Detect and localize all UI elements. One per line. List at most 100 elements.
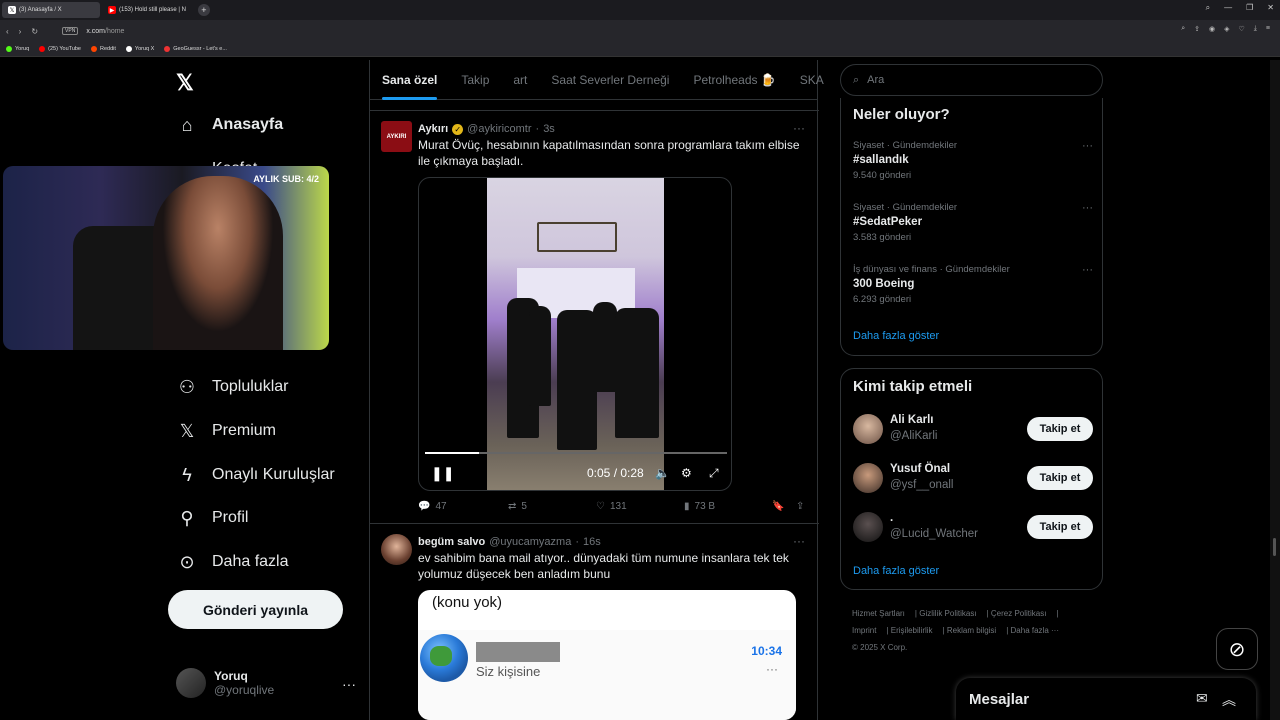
views-button[interactable]: ▮ 73 B [684,501,772,512]
back-icon[interactable]: ‹ [6,27,9,36]
left-sidebar: 𝕏 ⌂ Anasayfa ⌕ Keşfet ⚇ Topluluklar 𝕏 Pr… [168,60,363,720]
more-icon[interactable]: ··· [342,676,356,692]
tab-x-home[interactable]: 𝕏 (3) Anasayfa / X [2,2,100,18]
menu-icon[interactable]: ≡ [1266,25,1270,33]
tweet-image[interactable]: (konu yok) Siz kişisine 10:34 ··· [418,590,796,720]
more-icon[interactable]: ··· [793,121,805,135]
zoom-icon[interactable]: ⌕ [1181,25,1185,33]
more-icon[interactable]: ··· [1082,140,1093,152]
trend-count: 6.293 gönderi [853,294,912,305]
nav-item-more[interactable]: ⊙ Daha fazla [176,551,289,573]
share-button[interactable]: ⇪ [796,501,804,512]
download-icon[interactable]: ⤓ [1254,25,1257,33]
more-icon[interactable]: ··· [1082,264,1093,276]
search-input[interactable]: ⌕ Ara [840,64,1103,96]
grok-icon[interactable]: ⊘ [1216,628,1258,670]
restore-icon[interactable]: ❐ [1246,3,1253,13]
nav-label: Anasayfa [212,116,284,133]
account-switcher[interactable]: Yoruq @yoruqlive ··· [176,668,356,698]
bookmark-youtube[interactable]: (25) YouTube [39,46,81,52]
footer-link[interactable]: Imprint [852,626,876,635]
tweet-author-handle[interactable]: @aykiricomtr [467,123,531,135]
bookmark-button[interactable]: 🔖 [772,501,796,512]
forward-icon[interactable]: › [19,27,22,36]
bookmark-geoguessr[interactable]: GeoGuessr - Let's e... [164,46,227,52]
nav-item-home[interactable]: ⌂ Anasayfa [176,114,284,136]
volume-icon[interactable]: 🔈 [655,466,670,480]
minimize-icon[interactable]: — [1224,3,1232,13]
repost-button[interactable]: ⇄ 5 [508,501,596,512]
trend-item[interactable]: Siyaset · Gündemdekiler #sallandık 9.540… [853,140,1093,181]
show-more-link[interactable]: Daha fazla göster [853,565,939,577]
like-button[interactable]: ♡ 131 [596,501,684,512]
search-icon[interactable]: ⌕ [1206,3,1210,13]
tweet-author-name[interactable]: Aykırı [418,123,448,135]
follow-button[interactable]: Takip et [1027,417,1093,441]
tab-saat-severler[interactable]: Saat Severler Derneği [539,60,681,100]
video-player[interactable]: ❚❚ 0:05 / 0:28 🔈 ⚙ ⤢ [418,177,732,491]
messages-drawer[interactable]: Mesajlar ✉ ︽ [956,678,1256,720]
trend-item[interactable]: İş dünyası ve finans · Gündemdekiler 300… [853,264,1093,305]
tweet-header: Aykırı ✓ @aykiricomtr · 3s [418,123,555,135]
bookmark-yoruq[interactable]: Yoruq [6,46,29,52]
footer-link[interactable]: Erişilebilirlik [891,626,933,635]
bookmark-reddit[interactable]: Reddit [91,46,116,52]
share-icon[interactable]: ⇪ [1194,25,1200,33]
new-tab-button[interactable]: + [197,4,210,16]
scrollbar-thumb[interactable] [1273,538,1276,556]
tab-youtube[interactable]: ▶ (153) Hold still please | N [102,2,192,18]
shield-icon[interactable]: ◈ [1224,25,1229,33]
tweet-author-name[interactable]: begüm salvo [418,536,485,548]
camera-icon[interactable]: ◉ [1209,25,1215,33]
tweet-time[interactable]: 16s [583,536,601,548]
footer-link[interactable]: Daha fazla ··· [1011,626,1059,635]
tweet-time[interactable]: 3s [543,123,555,135]
tab-ska[interactable]: SKA [788,60,836,100]
follow-button[interactable]: Takip et [1027,515,1093,539]
nav-item-verified-orgs[interactable]: ϟ Onaylı Kuruluşlar [176,464,334,486]
bookmark-yoruq-x[interactable]: Yoruq X [125,46,154,52]
nav-label: Daha fazla [212,553,289,570]
follow-suggestion[interactable]: Yusuf Önal @ysf__onall Takip et [853,461,1093,495]
expand-icon[interactable]: ︽ [1222,690,1236,710]
tab-art[interactable]: art [501,60,539,100]
footer-link[interactable]: Reklam bilgisi [947,626,996,635]
bookmark-icon[interactable]: ♡ [1239,25,1245,33]
close-icon[interactable]: ✕ [1267,3,1274,13]
footer-link[interactable]: Hizmet Şartları [852,609,905,618]
url-field[interactable]: x.com/home [86,28,124,35]
video-progress-bar[interactable] [425,452,727,454]
tweet-author-handle[interactable]: @uyucamyazma [489,536,571,548]
follow-suggestion[interactable]: Ali Karlı @AliKarli Takip et [853,412,1093,446]
page-scrollbar[interactable] [1270,60,1280,720]
x-logo-icon[interactable]: 𝕏 [176,70,194,96]
new-message-icon[interactable]: ✉ [1196,690,1208,707]
footer-link[interactable]: Çerez Politikası [991,609,1047,618]
trend-item[interactable]: Siyaset · Gündemdekiler #SedatPeker 3.58… [853,202,1093,243]
tweet-avatar[interactable] [381,534,412,565]
tweet-avatar[interactable]: AYKIRI [381,121,412,152]
tweet[interactable]: begüm salvo @uyucamyazma · 16s ··· ev sa… [370,524,819,720]
tab-for-you[interactable]: Sana özel [370,60,449,100]
nav-item-profile[interactable]: ⚲ Profil [176,507,248,529]
follow-suggestion[interactable]: . @Lucid_Watcher Takip et [853,510,1093,544]
reload-icon[interactable]: ↻ [31,27,38,36]
tab-following[interactable]: Takip [449,60,501,100]
tweet[interactable]: AYKIRI Aykırı ✓ @aykiricomtr · 3s ··· Mu… [370,110,819,524]
tab-petrolheads[interactable]: Petrolheads 🍺 [681,60,787,100]
show-more-link[interactable]: Daha fazla göster [853,330,939,342]
redacted-sender [476,642,560,662]
nav-item-premium[interactable]: 𝕏 Premium [176,420,276,442]
more-icon[interactable]: ··· [1082,202,1093,214]
vpn-badge[interactable]: VPN [62,27,79,35]
settings-gear-icon[interactable]: ⚙ [681,466,692,480]
fullscreen-icon[interactable]: ⤢ [709,466,719,481]
more-icon[interactable]: ··· [793,534,805,548]
post-button[interactable]: Gönderi yayınla [168,590,343,629]
pause-icon[interactable]: ❚❚ [431,465,454,482]
follow-button[interactable]: Takip et [1027,466,1093,490]
nav-item-communities[interactable]: ⚇ Topluluklar [176,376,289,398]
reply-button[interactable]: 💬 47 [418,501,508,512]
webcam-person [153,176,283,350]
footer-link[interactable]: Gizlilik Politikası [919,609,976,618]
